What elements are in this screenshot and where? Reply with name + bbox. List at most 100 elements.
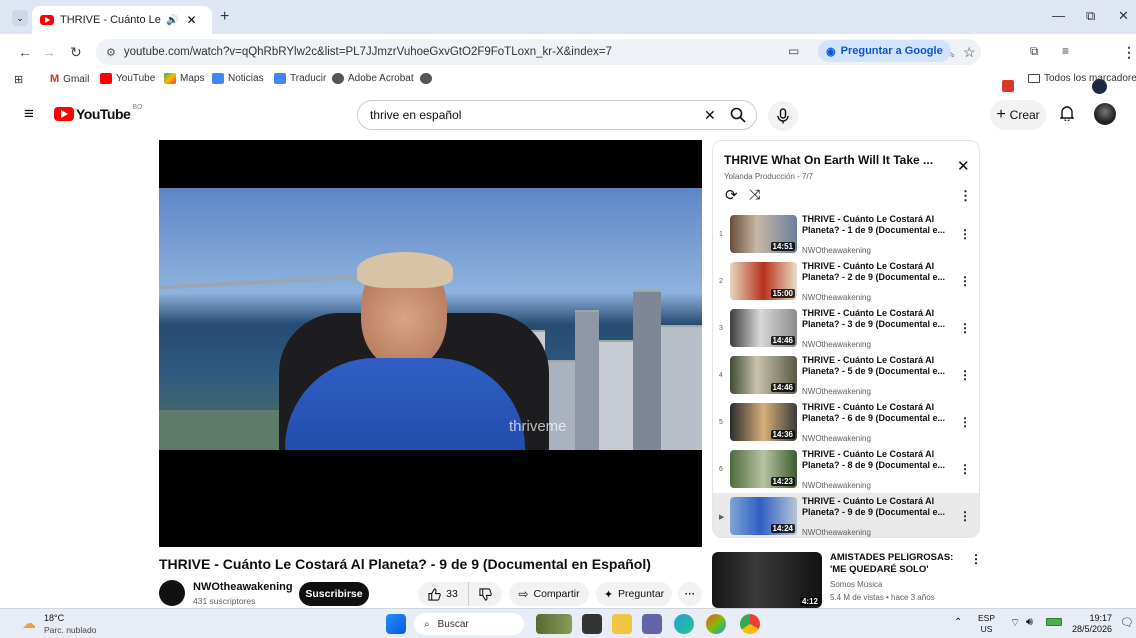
voice-search-button[interactable] bbox=[768, 101, 798, 131]
account-avatar[interactable] bbox=[1094, 103, 1116, 125]
ask-button[interactable]: ✦ Preguntar bbox=[596, 582, 672, 606]
cast-icon[interactable]: ▭ bbox=[788, 44, 799, 58]
tab-search-button[interactable]: ⌄ bbox=[12, 10, 28, 26]
item-thumbnail: 14:24 bbox=[730, 497, 797, 535]
weather-desc: Parc. nublado bbox=[44, 625, 97, 635]
bookmark-translate[interactable]: Traducir bbox=[274, 73, 326, 84]
language-indicator[interactable]: ESP US bbox=[978, 613, 995, 635]
navigation-bar: ← → ↻ ⚙ youtube.com/watch?v=qQhRbRYlw2c&… bbox=[0, 34, 1136, 94]
browser-menu-icon[interactable]: ⋮ bbox=[1122, 44, 1136, 61]
file-explorer-icon[interactable] bbox=[612, 614, 632, 634]
channel-name[interactable]: NWOtheawakening bbox=[193, 581, 293, 593]
shuffle-icon[interactable]: ⤨ bbox=[749, 186, 760, 203]
notifications-bell-icon[interactable] bbox=[1059, 105, 1075, 126]
teams-icon[interactable] bbox=[642, 614, 662, 634]
item-menu-icon[interactable]: ⋮ bbox=[959, 227, 971, 241]
item-channel: NWOtheawakening bbox=[802, 340, 871, 349]
item-menu-icon[interactable]: ⋮ bbox=[959, 462, 971, 476]
bookmark-youtube[interactable]: YouTube bbox=[100, 73, 155, 84]
item-menu-icon[interactable]: ⋮ bbox=[959, 321, 971, 335]
site-info-icon[interactable]: ⚙ bbox=[106, 46, 116, 59]
recommended-video[interactable]: 4:12 AMISTADES PELIGROSAS: 'ME QUEDARÉ S… bbox=[712, 550, 982, 608]
loop-icon[interactable]: ⟳ bbox=[725, 186, 738, 204]
window-close-button[interactable]: ✕ bbox=[1118, 8, 1129, 24]
subscribe-button[interactable]: Suscribirse bbox=[299, 582, 369, 606]
tab-close-button[interactable]: ✕ bbox=[186, 13, 196, 27]
more-actions-button[interactable]: ··· bbox=[678, 582, 702, 606]
item-title: THRIVE - Cuánto Le Costará Al Planeta? -… bbox=[802, 355, 946, 376]
hamburger-menu-icon[interactable]: ≡ bbox=[24, 104, 34, 124]
task-view-icon[interactable] bbox=[582, 614, 602, 634]
item-duration: 15:00 bbox=[770, 289, 795, 298]
battery-icon[interactable] bbox=[1046, 618, 1062, 626]
playlist-title[interactable]: THRIVE What On Earth Will It Take ... bbox=[724, 153, 933, 167]
create-button[interactable]: + Crear bbox=[990, 100, 1046, 130]
playlist-item[interactable]: 2 15:00 THRIVE - Cuánto Le Costará Al Pl… bbox=[713, 258, 979, 305]
playlist-item[interactable]: 3 14:46 THRIVE - Cuánto Le Costará Al Pl… bbox=[713, 305, 979, 352]
channel-avatar[interactable] bbox=[159, 580, 185, 606]
playlist-subtitle[interactable]: Yolanda Producción - 7/7 bbox=[724, 172, 813, 181]
item-menu-icon[interactable]: ⋮ bbox=[959, 368, 971, 382]
playlist-menu-icon[interactable]: ⋮ bbox=[959, 188, 972, 204]
gmail-icon: M bbox=[50, 73, 60, 85]
edge-icon[interactable] bbox=[674, 614, 694, 634]
youtube-logo[interactable]: YouTube BO bbox=[54, 104, 142, 122]
playlist-item[interactable]: 4 14:46 THRIVE - Cuánto Le Costará Al Pl… bbox=[713, 352, 979, 399]
all-bookmarks[interactable]: Todos los marcadores bbox=[1028, 73, 1136, 84]
new-tab-button[interactable]: + bbox=[220, 8, 229, 26]
minimize-button[interactable]: — bbox=[1052, 8, 1065, 23]
bookmark-star-icon[interactable]: ☆ bbox=[963, 44, 976, 61]
bookmark-maps[interactable]: Maps bbox=[164, 73, 204, 84]
windows-start-icon[interactable] bbox=[386, 614, 406, 634]
active-tab[interactable]: THRIVE - Cuánto Le Costará 🔊 ✕ bbox=[32, 6, 212, 34]
weather-icon[interactable]: ☁ bbox=[22, 615, 36, 632]
search-icon: ⌕ bbox=[424, 618, 430, 630]
clock-time: 19:17 bbox=[1089, 613, 1112, 623]
bookmark-acrobat[interactable]: Adobe Acrobat bbox=[332, 73, 414, 84]
back-arrow-icon[interactable]: ← bbox=[18, 44, 32, 60]
playlist-item-current[interactable]: ▶ 14:24 THRIVE - Cuánto Le Costará Al Pl… bbox=[713, 493, 979, 537]
search-button[interactable] bbox=[730, 107, 746, 123]
notification-center-icon[interactable]: 🗨︎ bbox=[1120, 616, 1134, 629]
clear-search-button[interactable]: ✕ bbox=[704, 107, 716, 124]
restore-button[interactable]: ⧉ bbox=[1086, 8, 1095, 24]
taskbar-search[interactable]: ⌕ Buscar bbox=[414, 613, 524, 635]
recommended-menu-icon[interactable]: ⋮ bbox=[970, 552, 982, 566]
item-thumbnail: 14:46 bbox=[730, 356, 797, 394]
apps-grid-icon[interactable]: ⊞ bbox=[14, 73, 23, 86]
dislike-button[interactable] bbox=[468, 582, 502, 606]
item-duration: 14:46 bbox=[770, 336, 795, 345]
clock-date: 28/5/2026 bbox=[1071, 624, 1112, 634]
bookmark-globe[interactable] bbox=[420, 73, 432, 84]
show-hidden-icons[interactable]: ⌃ bbox=[954, 617, 962, 628]
weather-temp[interactable]: 18°C bbox=[44, 613, 64, 623]
photos-icon[interactable] bbox=[706, 614, 726, 634]
clock[interactable]: 19:17 28/5/2026 bbox=[1070, 613, 1112, 635]
wifi-icon[interactable]: ⌔ bbox=[1010, 616, 1020, 630]
bookmark-news[interactable]: Noticias bbox=[212, 73, 264, 84]
reload-icon[interactable]: ↻ bbox=[70, 44, 82, 61]
video-player[interactable]: thriveme bbox=[159, 140, 702, 547]
close-playlist-icon[interactable]: ✕ bbox=[957, 157, 970, 175]
item-menu-icon[interactable]: ⋮ bbox=[959, 415, 971, 429]
share-button[interactable]: ⇨ Compartir bbox=[509, 582, 589, 606]
volume-icon[interactable]: 🔊︎ bbox=[1026, 616, 1033, 629]
playlist-item[interactable]: 5 14:36 THRIVE - Cuánto Le Costará Al Pl… bbox=[713, 399, 979, 446]
bookmark-label: Gmail bbox=[63, 73, 90, 85]
speaker-icon[interactable]: 🔊 bbox=[166, 15, 178, 26]
chrome-icon[interactable] bbox=[740, 614, 760, 634]
playlist-item[interactable]: 6 14:23 THRIVE - Cuánto Le Costará Al Pl… bbox=[713, 446, 979, 493]
ask-google-button[interactable]: ◉ Preguntar a Google bbox=[818, 40, 951, 62]
reading-list-icon[interactable]: ≡ bbox=[1062, 44, 1069, 58]
like-button[interactable]: 33 bbox=[418, 582, 468, 606]
forward-arrow-icon[interactable]: → bbox=[42, 44, 56, 60]
car-app-icon[interactable] bbox=[536, 614, 572, 634]
playlist-item[interactable]: 1 14:51 THRIVE - Cuánto Le Costará Al Pl… bbox=[713, 211, 979, 258]
search-input[interactable] bbox=[370, 108, 690, 122]
playlist-panel: THRIVE What On Earth Will It Take ... Yo… bbox=[712, 140, 980, 538]
bookmark-gmail[interactable]: M Gmail bbox=[50, 73, 89, 85]
item-index: 5 bbox=[719, 419, 723, 426]
item-menu-icon[interactable]: ⋮ bbox=[959, 509, 971, 523]
item-menu-icon[interactable]: ⋮ bbox=[959, 274, 971, 288]
extensions-icon[interactable]: ⧉ bbox=[1030, 44, 1039, 59]
